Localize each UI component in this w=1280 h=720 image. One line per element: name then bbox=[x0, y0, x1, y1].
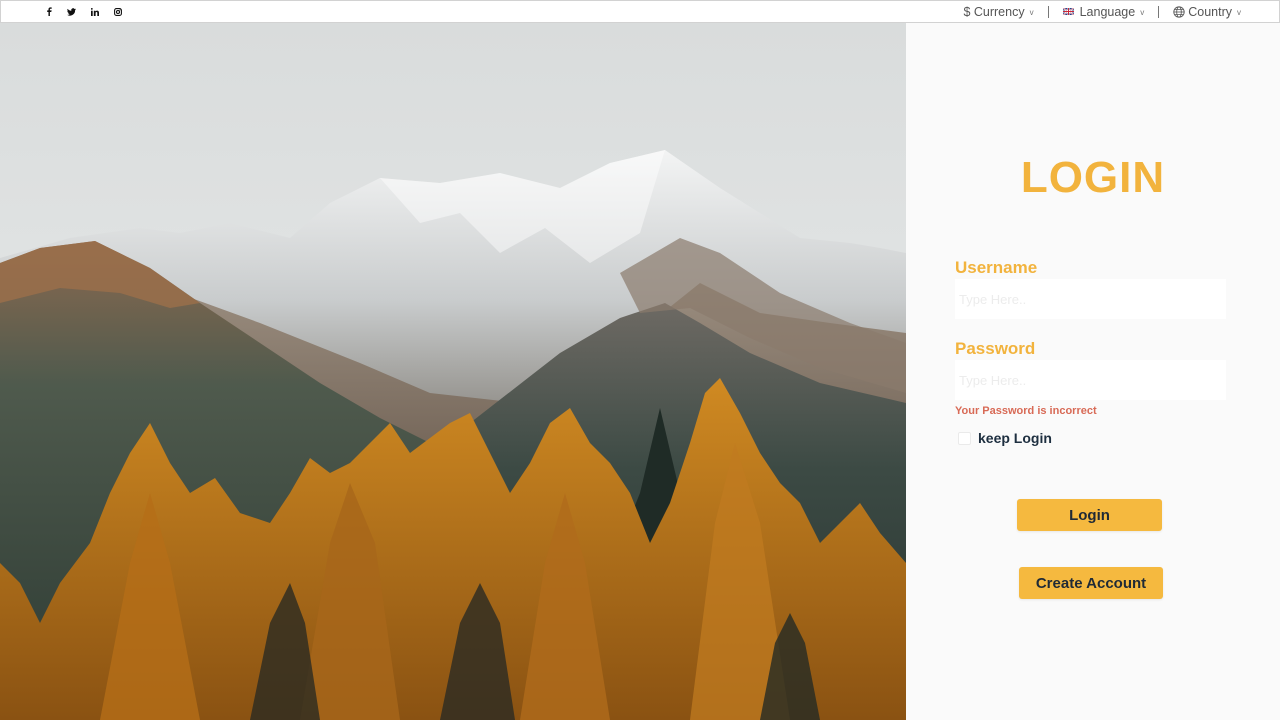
divider bbox=[1158, 5, 1160, 18]
divider bbox=[1047, 5, 1049, 18]
social-links bbox=[37, 2, 129, 22]
keep-login-option[interactable]: keep Login bbox=[958, 430, 1052, 446]
country-label: Country bbox=[1188, 4, 1232, 19]
keep-login-label: keep Login bbox=[978, 430, 1052, 446]
currency-label: $ Currency bbox=[963, 4, 1025, 19]
hero-image bbox=[0, 23, 906, 720]
facebook-icon[interactable] bbox=[37, 2, 60, 22]
linkedin-icon[interactable] bbox=[83, 2, 106, 22]
login-button[interactable]: Login bbox=[1017, 499, 1162, 531]
currency-selector[interactable]: $ Currency v bbox=[957, 1, 1039, 22]
chevron-down-icon: v bbox=[1140, 8, 1145, 17]
keep-login-checkbox[interactable] bbox=[958, 431, 971, 445]
instagram-icon[interactable] bbox=[106, 2, 129, 22]
top-bar: $ Currency v Language v Country v bbox=[0, 0, 1280, 23]
password-input[interactable] bbox=[955, 360, 1226, 400]
language-selector[interactable]: Language v bbox=[1057, 1, 1151, 22]
create-account-button[interactable]: Create Account bbox=[1019, 567, 1163, 599]
uk-flag-icon bbox=[1062, 8, 1074, 15]
password-error-message: Your Password is incorrect bbox=[955, 405, 1097, 417]
chevron-down-icon: v bbox=[1237, 8, 1241, 17]
password-label: Password bbox=[955, 339, 1036, 358]
chevron-down-icon: v bbox=[1029, 8, 1034, 17]
preferences-bar: $ Currency v Language v Country v bbox=[957, 1, 1247, 22]
username-label: Username bbox=[955, 258, 1038, 277]
login-panel: LOGIN Username Password Your Password is… bbox=[906, 23, 1280, 720]
username-input[interactable] bbox=[955, 279, 1226, 319]
globe-icon bbox=[1173, 5, 1185, 18]
country-selector[interactable]: Country v bbox=[1167, 1, 1247, 22]
login-title: LOGIN bbox=[1020, 153, 1166, 202]
twitter-icon[interactable] bbox=[60, 2, 83, 22]
language-label: Language bbox=[1079, 4, 1136, 19]
